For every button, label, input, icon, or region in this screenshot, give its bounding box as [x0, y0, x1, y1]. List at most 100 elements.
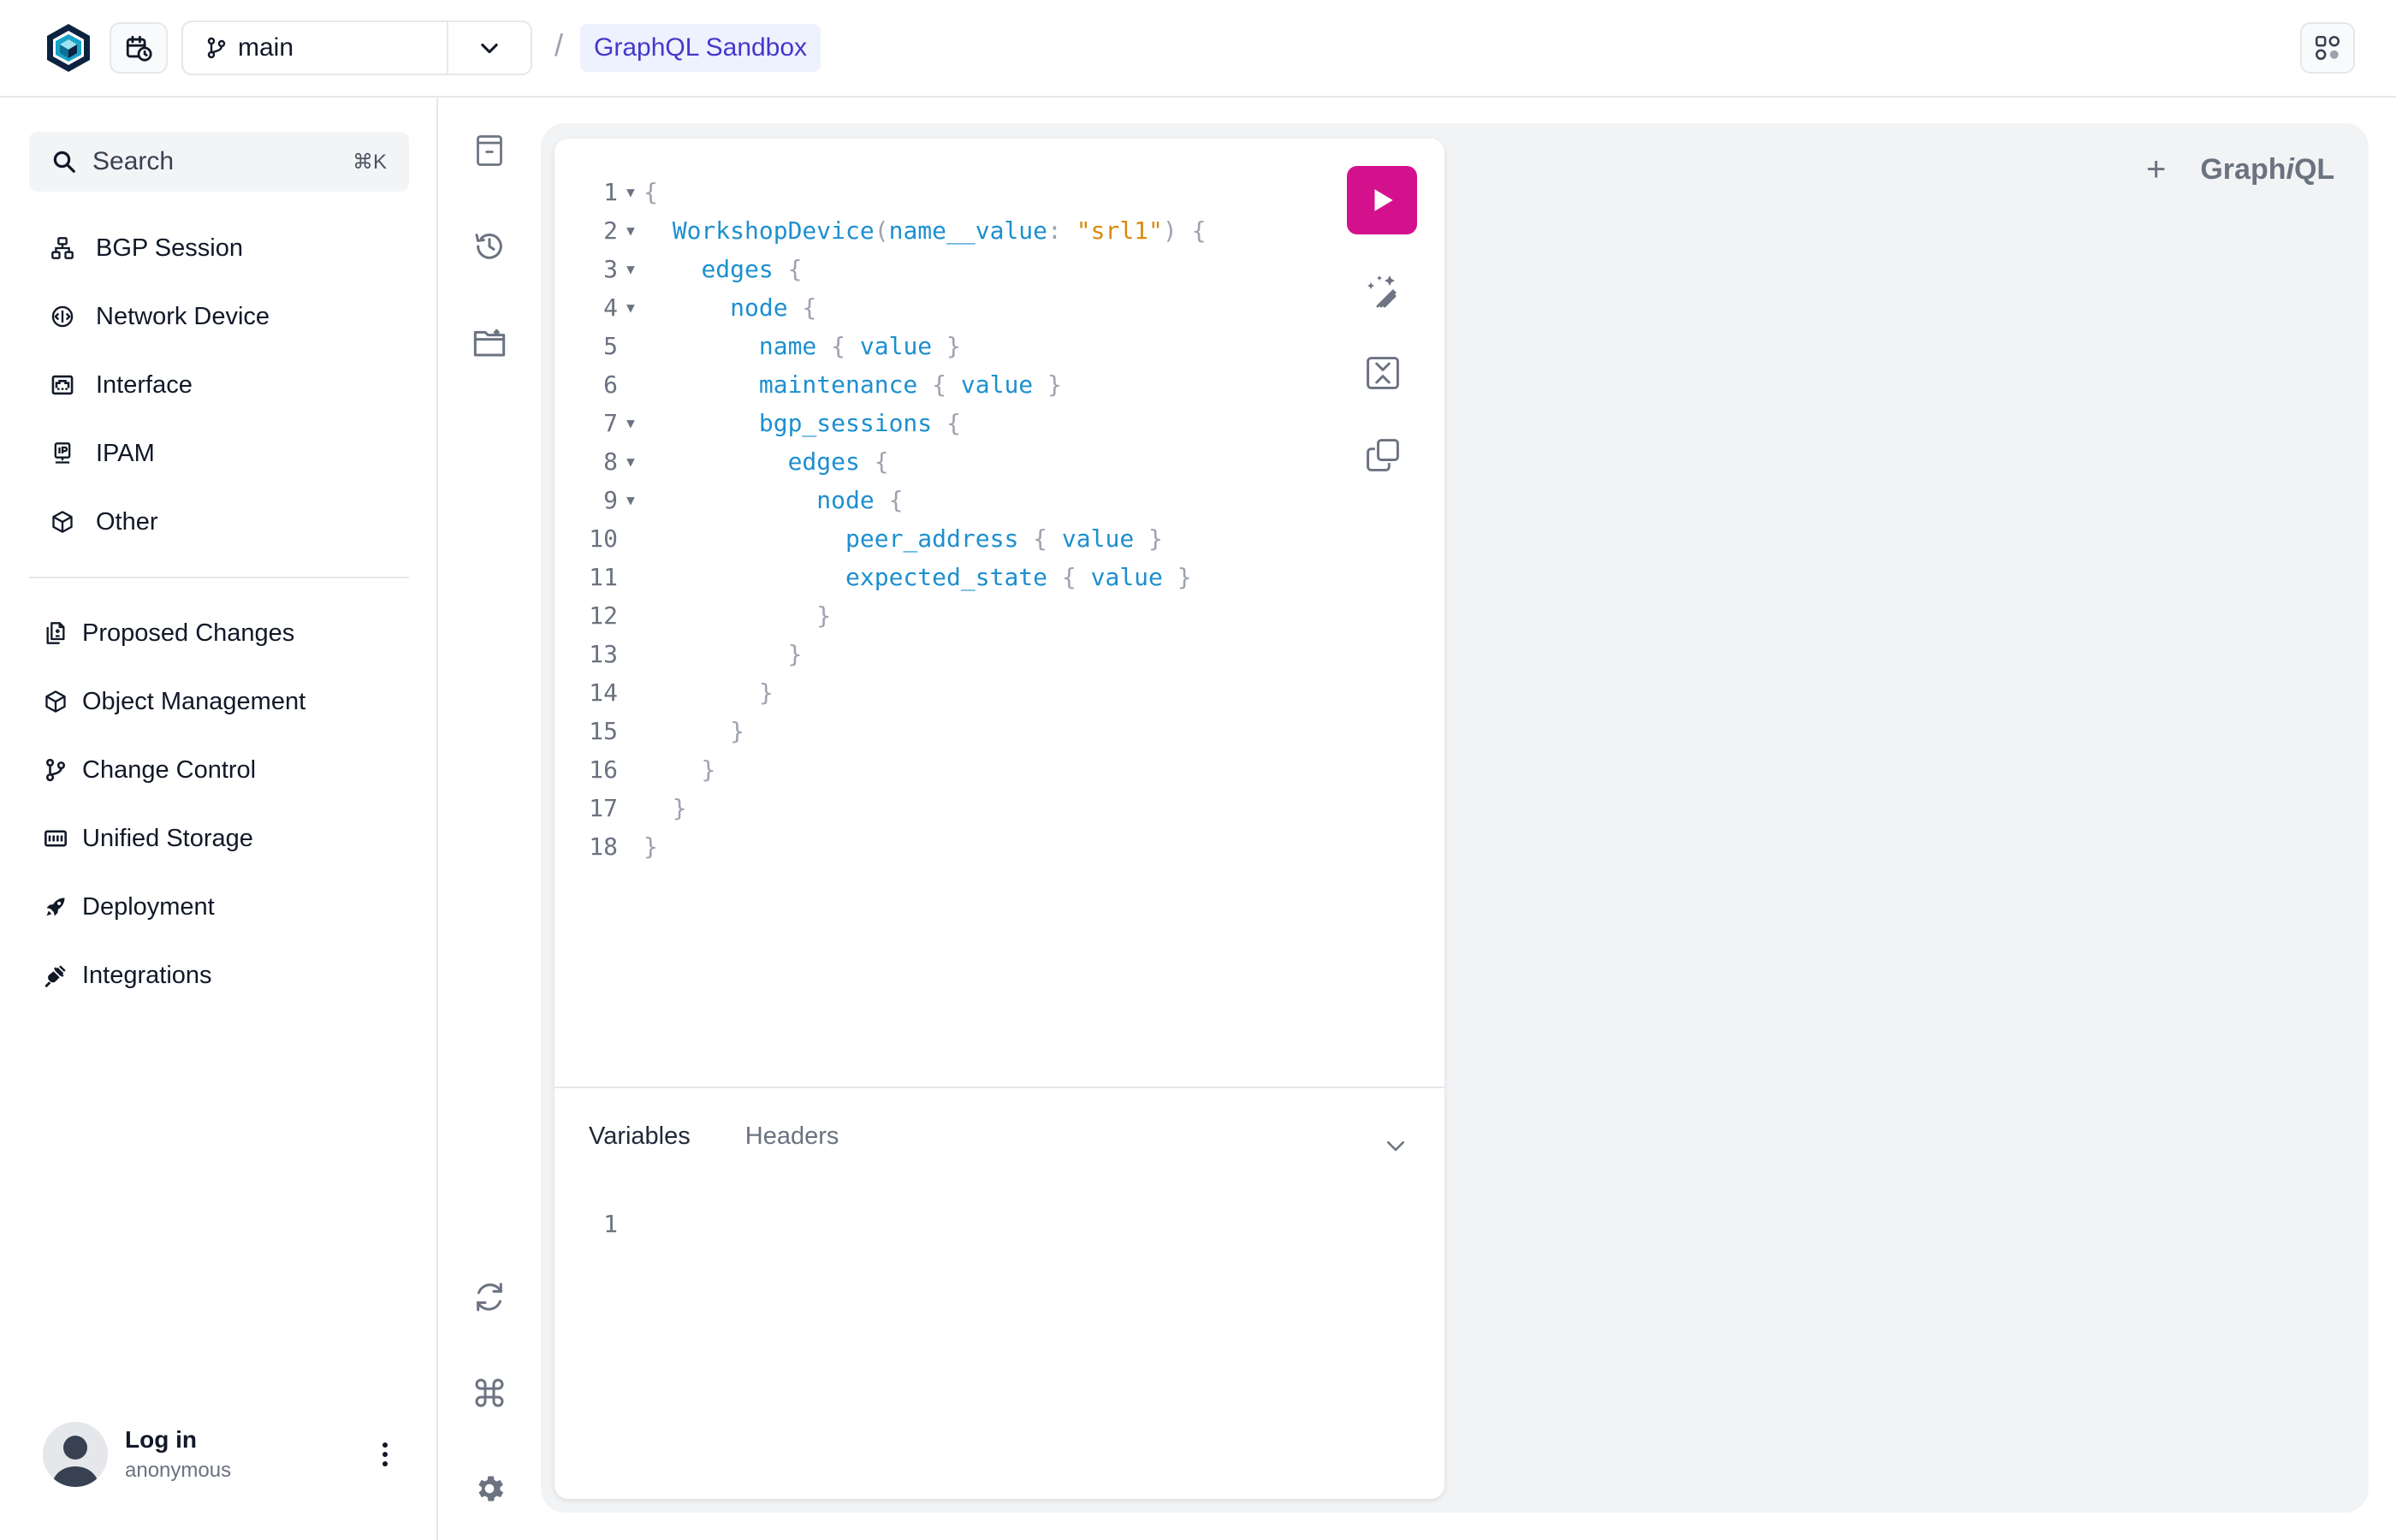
fold-gutter [618, 327, 643, 365]
code-line: 15 } [555, 712, 1308, 750]
merge-fragments-button[interactable] [1362, 352, 1403, 394]
folder-plus-icon [472, 326, 507, 358]
collections-button[interactable] [467, 320, 512, 364]
code-text: bgp_sessions { [758, 409, 961, 437]
line-number: 18 [589, 832, 618, 861]
code-line: 1 ▼{ [555, 173, 1308, 211]
sidebar-item-proposed-changes[interactable]: Proposed Changes [0, 599, 438, 667]
breadcrumb-separator: / [555, 27, 564, 62]
fold-arrow-icon[interactable]: ▼ [618, 481, 643, 519]
history-icon [472, 229, 507, 264]
sidebar-item-other[interactable]: Other [0, 488, 438, 556]
line-number: 6 [603, 370, 618, 399]
fold-arrow-icon[interactable]: ▼ [618, 173, 643, 211]
refetch-schema-button[interactable] [467, 1275, 512, 1319]
fold-arrow-icon[interactable]: ▼ [618, 250, 643, 288]
search-icon [51, 149, 77, 175]
sidebar-item-network-device[interactable]: Network Device [0, 282, 438, 351]
grid-apps-icon [2313, 33, 2342, 62]
sidebar-item-deployment[interactable]: Deployment [0, 873, 438, 941]
add-tab-button[interactable]: + [2146, 151, 2166, 189]
sidebar-item-label: IPAM [96, 439, 155, 467]
sidebar-divider [29, 577, 409, 578]
code-text: name { value } [758, 332, 961, 360]
apps-menu-button[interactable] [2300, 22, 2355, 74]
collapse-variables-button[interactable] [1383, 1133, 1409, 1158]
gear-icon [472, 1472, 507, 1506]
login-link[interactable]: Log in [125, 1426, 368, 1454]
chevron-down-icon [477, 36, 501, 60]
code-line: 8 ▼ edges { [555, 442, 1308, 481]
sidebar-item-unified-storage[interactable]: Unified Storage [0, 804, 438, 873]
tab-headers[interactable]: Headers [745, 1122, 839, 1151]
copy-query-button[interactable] [1362, 435, 1403, 476]
code-text: WorkshopDevice(name__value: "srl1") { [672, 216, 1207, 245]
file-diff-icon [43, 620, 68, 646]
sidebar-item-label: Other [96, 507, 158, 536]
docs-explorer-button[interactable] [467, 128, 512, 173]
history-button[interactable] [467, 224, 512, 269]
code-text: } [816, 601, 832, 630]
sidebar-item-label: Deployment [82, 892, 215, 921]
line-number: 7 [603, 409, 618, 437]
code-line: 18} [555, 827, 1308, 866]
line-number: 16 [589, 755, 618, 784]
fold-arrow-icon[interactable]: ▼ [618, 442, 643, 481]
user-profile[interactable]: Log in anonymous [43, 1420, 402, 1489]
branch-dropdown-button[interactable] [447, 22, 531, 74]
user-subtitle: anonymous [125, 1459, 232, 1482]
device-icon [50, 304, 75, 329]
line-number: 8 [603, 447, 618, 476]
sidebar-item-bgp-session[interactable]: BGP Session [0, 214, 438, 282]
left-sidebar: Search ⌘K BGP Session Network Device Int… [0, 98, 438, 1540]
branch-schedule-button[interactable] [110, 22, 168, 74]
search-button[interactable]: Search ⌘K [29, 132, 409, 192]
code-text: } [758, 678, 774, 707]
sidebar-item-label: Object Management [82, 687, 306, 715]
code-text: { [643, 178, 658, 206]
sidebar-item-integrations[interactable]: Integrations [0, 941, 438, 1010]
code-line: 2 ▼ WorkshopDevice(name__value: "srl1") { [555, 211, 1308, 250]
code-line: 14 } [555, 673, 1308, 712]
tab-variables[interactable]: Variables [589, 1122, 691, 1151]
sidebar-item-object-management[interactable]: Object Management [0, 667, 438, 736]
main-actions: + GraphiQL [2146, 145, 2334, 193]
fold-gutter [618, 789, 643, 827]
variables-editor[interactable]: 1 [555, 1210, 618, 1238]
user-menu-button[interactable] [368, 1429, 402, 1480]
branch-selector[interactable]: main [181, 21, 532, 75]
fold-arrow-icon[interactable]: ▼ [618, 211, 643, 250]
merge-icon [1364, 354, 1402, 392]
line-number: 13 [589, 640, 618, 668]
fold-arrow-icon[interactable]: ▼ [618, 288, 643, 327]
sidebar-item-interface[interactable]: Interface [0, 351, 438, 419]
fold-gutter [618, 596, 643, 635]
sidebar-item-label: Change Control [82, 755, 257, 784]
branch-current[interactable]: main [183, 22, 447, 74]
sidebar-item-label: Interface [96, 370, 193, 399]
query-editor[interactable]: 1 ▼{2 ▼ WorkshopDevice(name__value: "srl1"… [555, 173, 1308, 866]
settings-button[interactable] [467, 1466, 512, 1511]
prettify-button[interactable] [1362, 270, 1403, 311]
code-line: 16 } [555, 750, 1308, 789]
infrahub-logo-icon[interactable] [44, 22, 92, 74]
sidebar-item-change-control[interactable]: Change Control [0, 736, 438, 804]
breadcrumb-graphql-sandbox[interactable]: GraphQL Sandbox [580, 24, 821, 72]
sidebar-item-label: Unified Storage [82, 824, 253, 852]
sidebar-item-ipam[interactable]: IPAM [0, 419, 438, 488]
fold-arrow-icon[interactable]: ▼ [618, 404, 643, 442]
more-vertical-icon [381, 1442, 389, 1467]
ethernet-port-icon [50, 372, 75, 398]
graphiql-logo[interactable]: GraphiQL [2200, 153, 2334, 187]
code-text: expected_state { value } [845, 563, 1192, 591]
branch-name: main [238, 33, 294, 62]
keyboard-shortcuts-button[interactable] [467, 1371, 512, 1415]
query-editor-card: 1 ▼{2 ▼ WorkshopDevice(name__value: "srl1"… [555, 139, 1444, 1499]
execute-query-button[interactable] [1347, 166, 1417, 234]
sidebar-item-label: Proposed Changes [82, 619, 295, 647]
calendar-clock-icon [124, 33, 153, 62]
code-text: } [701, 755, 716, 784]
refresh-icon [472, 1280, 507, 1314]
sidebar-item-label: BGP Session [96, 234, 243, 262]
line-number: 15 [589, 717, 618, 745]
